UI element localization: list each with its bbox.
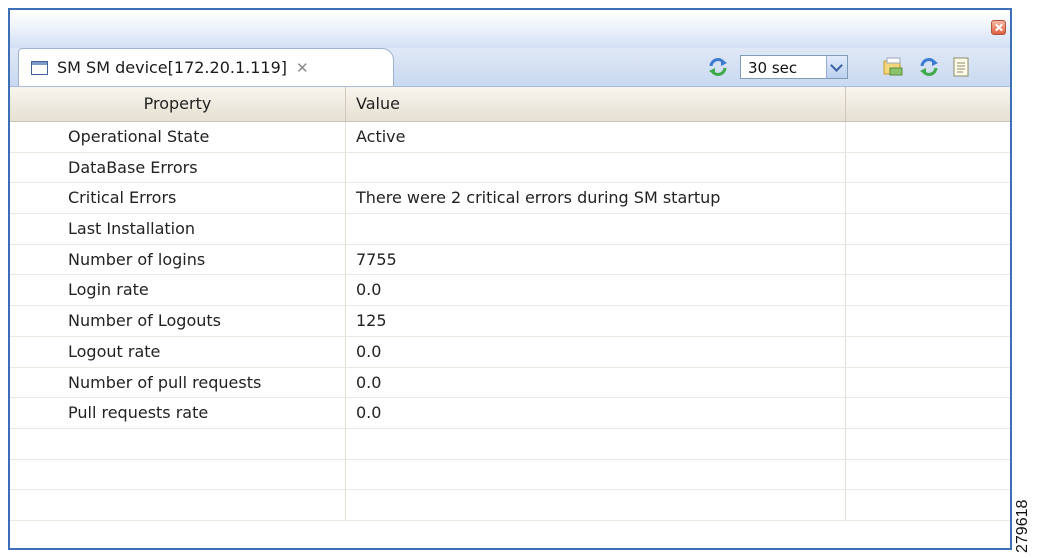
sm-device-window: SM SM device[172.20.1.119] ✕ 30 sec Prop… (8, 8, 1012, 550)
empty-cell (846, 214, 1010, 244)
table-row[interactable] (10, 490, 1010, 521)
property-cell: Number of pull requests (10, 367, 346, 398)
empty-cell (846, 306, 1010, 336)
empty-cell (846, 490, 1010, 520)
property-cell (10, 428, 346, 459)
table-body: Operational State Active DataBase Errors Cr… (10, 122, 1010, 521)
value-cell: 0.0 (346, 336, 846, 367)
property-cell: Number of Logouts (10, 306, 346, 336)
empty-cell (846, 337, 1010, 367)
empty-cell (846, 398, 1010, 428)
table-row[interactable] (10, 428, 1010, 460)
property-cell: DataBase Errors (10, 152, 346, 183)
table-row[interactable]: Pull requests rate 0.0 (10, 398, 1010, 429)
empty-cell (846, 183, 1010, 213)
value-cell (346, 214, 846, 244)
close-icon[interactable] (991, 20, 1006, 35)
property-cell (10, 459, 346, 490)
refresh-interval-select[interactable]: 30 sec (740, 55, 848, 79)
value-cell (346, 490, 846, 520)
export-icon[interactable] (882, 56, 904, 78)
table-row[interactable]: Last Installation (10, 214, 1010, 245)
table-row[interactable]: Critical Errors There were 2 critical err… (10, 183, 1010, 215)
value-cell (346, 428, 846, 459)
property-cell: Logout rate (10, 336, 346, 367)
column-header-value[interactable]: Value (346, 87, 846, 121)
tab-bar: SM SM device[172.20.1.119] ✕ 30 sec (10, 48, 1010, 87)
refresh-all-icon[interactable] (918, 56, 940, 78)
column-header-property[interactable]: Property (10, 87, 346, 121)
property-cell: Number of logins (10, 244, 346, 275)
refresh-interval-value: 30 sec (748, 59, 798, 77)
value-cell: Active (346, 122, 846, 152)
chevron-down-icon[interactable] (826, 56, 847, 78)
table-row[interactable] (10, 459, 1010, 491)
tab-close-icon[interactable]: ✕ (296, 59, 309, 77)
property-cell: Critical Errors (10, 183, 346, 214)
property-cell: Operational State (10, 122, 346, 152)
refresh-icon[interactable] (707, 56, 729, 78)
property-cell (10, 490, 346, 520)
empty-cell (846, 245, 1010, 275)
table-row[interactable]: Number of Logouts 125 (10, 306, 1010, 337)
table-row[interactable]: DataBase Errors (10, 152, 1010, 184)
document-icon (31, 60, 48, 75)
table-row[interactable]: Logout rate 0.0 (10, 336, 1010, 368)
table-row[interactable]: Number of logins 7755 (10, 244, 1010, 276)
properties-table: Property Value Operational State Active Da… (10, 87, 1010, 521)
tab-sm-device[interactable]: SM SM device[172.20.1.119] ✕ (18, 48, 394, 86)
property-cell: Last Installation (10, 214, 346, 244)
value-cell: There were 2 critical errors during SM s… (346, 183, 846, 214)
document-icon[interactable] (950, 56, 972, 78)
tab-label: SM SM device[172.20.1.119] (57, 58, 288, 77)
empty-cell (846, 275, 1010, 305)
table-row[interactable]: Number of pull requests 0.0 (10, 367, 1010, 399)
empty-cell (846, 429, 1010, 459)
figure-number: 279618 (1014, 499, 1031, 553)
value-cell (346, 152, 846, 183)
value-cell: 0.0 (346, 275, 846, 306)
property-cell: Pull requests rate (10, 398, 346, 428)
value-cell (346, 459, 846, 490)
window-titlebar (10, 10, 1010, 48)
table-row[interactable]: Login rate 0.0 (10, 275, 1010, 307)
property-cell: Login rate (10, 275, 346, 306)
empty-cell (846, 153, 1010, 183)
table-header: Property Value (10, 87, 1010, 122)
empty-cell (846, 122, 1010, 152)
table-row[interactable]: Operational State Active (10, 122, 1010, 153)
value-cell: 0.0 (346, 398, 846, 428)
value-cell: 0.0 (346, 367, 846, 398)
empty-cell (846, 460, 1010, 490)
column-header-empty (846, 87, 1010, 121)
value-cell: 125 (346, 306, 846, 336)
empty-cell (846, 368, 1010, 398)
value-cell: 7755 (346, 244, 846, 275)
